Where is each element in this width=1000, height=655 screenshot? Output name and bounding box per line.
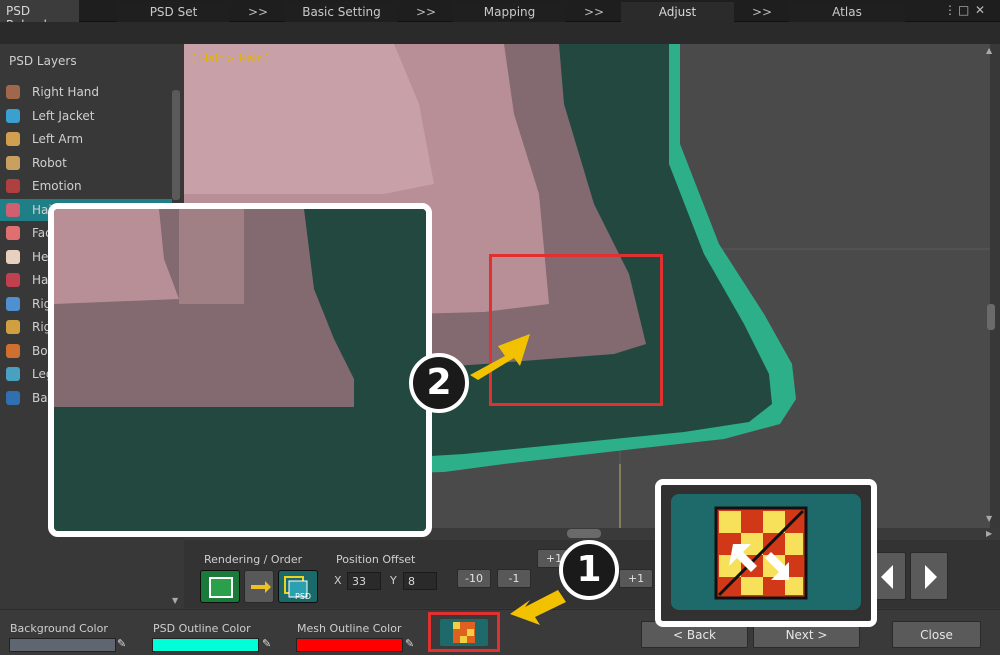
callout-arrows xyxy=(470,334,566,625)
arrow-2-icon xyxy=(470,334,530,380)
callout-badge-2: 2 xyxy=(409,353,469,413)
arrow-1-icon xyxy=(510,590,566,625)
callout-badge-1: 1 xyxy=(559,540,619,600)
